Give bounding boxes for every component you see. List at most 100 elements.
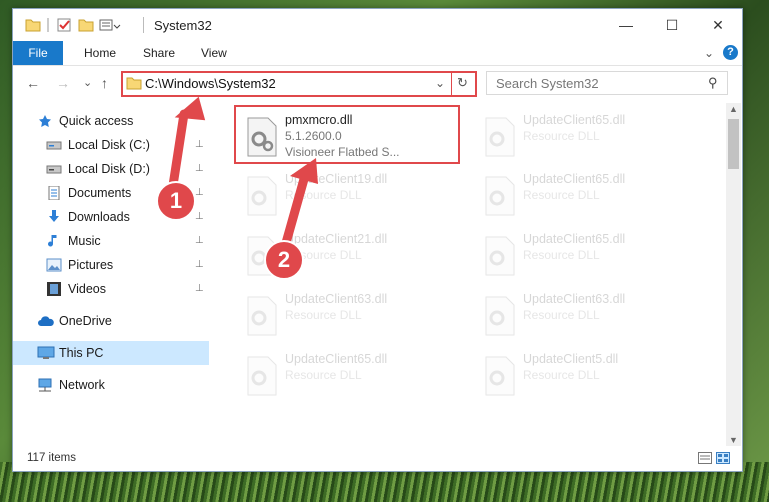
nav-label: This PC [59, 346, 104, 360]
file-name: UpdateClient5.dll [523, 352, 619, 366]
refresh-button[interactable]: ↻ [457, 75, 468, 91]
nav-label: Videos [68, 282, 106, 296]
file-item[interactable]: UpdateClient63.dll Resource DLL [238, 288, 468, 344]
status-bar: 117 items [13, 447, 742, 471]
help-button[interactable]: ? [723, 45, 738, 60]
step-badge-1: 1 [156, 181, 196, 221]
nav-item-this-pc[interactable]: This PC [13, 341, 209, 365]
nav-label: Network [59, 378, 105, 392]
nav-item-network[interactable]: Network [13, 373, 209, 397]
tab-home[interactable]: Home [80, 41, 120, 65]
dll-file-icon [484, 176, 516, 216]
file-description: Resource DLL [523, 368, 600, 382]
music-icon [46, 234, 62, 248]
search-box[interactable]: Search System32 ⚲ [486, 71, 728, 95]
tiles-view-icon[interactable] [716, 452, 730, 467]
title-separator [143, 17, 144, 33]
computer-icon [37, 346, 55, 360]
drive-icon [46, 162, 62, 176]
ribbon-tabs: File Home Share View ⌄ ? [13, 41, 742, 66]
back-button[interactable]: ← [26, 75, 40, 91]
file-description: Resource DLL [523, 129, 600, 143]
file-name: UpdateClient65.dll [523, 172, 626, 186]
file-description: Resource DLL [523, 308, 600, 322]
address-path[interactable]: C:\Windows\System32 [145, 76, 276, 91]
nav-item-pictures[interactable]: Pictures ⊥ [13, 253, 209, 277]
pictures-icon [46, 258, 62, 272]
dll-file-icon [484, 117, 516, 157]
minimize-button[interactable]: — [603, 9, 649, 41]
nav-label: Pictures [68, 258, 114, 272]
customize-toolbar-icon[interactable] [99, 17, 121, 33]
search-input[interactable]: Search System32 [496, 76, 599, 91]
document-icon [46, 185, 62, 201]
nav-item-videos[interactable]: Videos ⊥ [13, 277, 209, 301]
recent-locations-button[interactable]: ⌄ [83, 76, 92, 89]
forward-button[interactable]: → [56, 75, 70, 91]
dll-file-icon [246, 296, 278, 336]
dll-file-icon [246, 356, 278, 396]
nav-item-music[interactable]: Music ⊥ [13, 229, 209, 253]
file-name: UpdateClient63.dll [285, 292, 388, 306]
videos-icon [46, 282, 62, 296]
new-folder-icon[interactable] [78, 17, 94, 33]
file-item[interactable]: UpdateClient5.dll Resource DLL [476, 348, 706, 404]
nav-label: Local Disk (D:) [68, 162, 150, 176]
star-icon [37, 114, 53, 128]
nav-label: Downloads [68, 210, 130, 224]
tab-view[interactable]: View [197, 41, 231, 65]
vertical-scrollbar[interactable]: ▲ ▼ [726, 103, 741, 446]
file-name: UpdateClient65.dll [523, 232, 626, 246]
pin-icon: ⊥ [195, 211, 204, 222]
file-name: UpdateClient65.dll [523, 113, 626, 127]
nav-label: Documents [68, 186, 132, 200]
address-row: ← → ⌄ ↑ C:\Windows\System32 ⌄ ↻ Search S… [13, 66, 742, 100]
toolbar-separator [47, 18, 49, 32]
download-icon [46, 210, 62, 224]
pin-icon: ⊥ [195, 259, 204, 270]
explorer-window: System32 — ☐ ✕ File Home Share View ⌄ ? … [12, 8, 743, 472]
window-title: System32 [154, 18, 212, 33]
address-divider [451, 73, 452, 95]
maximize-button[interactable]: ☐ [649, 9, 695, 41]
nav-item-onedrive[interactable]: OneDrive [13, 309, 209, 333]
file-item[interactable]: UpdateClient65.dll Resource DLL [238, 348, 468, 404]
pin-icon: ⊥ [195, 235, 204, 246]
dll-file-icon [484, 296, 516, 336]
up-button[interactable]: ↑ [101, 75, 108, 91]
tab-share[interactable]: Share [139, 41, 179, 65]
file-item[interactable]: UpdateClient65.dll Resource DLL [476, 109, 706, 165]
folder-icon [126, 76, 142, 93]
properties-icon[interactable] [56, 17, 72, 33]
title-bar: System32 — ☐ ✕ [13, 9, 742, 41]
file-item[interactable]: UpdateClient65.dll Resource DLL [476, 168, 706, 224]
file-description: Resource DLL [285, 308, 362, 322]
ribbon-expand-button[interactable]: ⌄ [700, 41, 718, 65]
file-description: Resource DLL [523, 248, 600, 262]
step-badge-2: 2 [264, 240, 304, 280]
nav-label: OneDrive [59, 314, 112, 328]
file-name: UpdateClient65.dll [285, 352, 388, 366]
scrollbar-thumb[interactable] [728, 119, 739, 169]
dll-file-icon [484, 236, 516, 276]
item-count: 117 items [27, 452, 77, 464]
tab-file[interactable]: File [13, 41, 63, 65]
pin-icon: ⊥ [195, 283, 204, 294]
drive-icon [46, 138, 62, 152]
folder-icon [25, 17, 41, 33]
file-description: Resource DLL [523, 188, 600, 202]
file-name: UpdateClient63.dll [523, 292, 626, 306]
close-button[interactable]: ✕ [695, 9, 741, 41]
address-dropdown-button[interactable]: ⌄ [435, 76, 445, 90]
details-view-icon[interactable] [698, 452, 712, 467]
scroll-down-icon[interactable]: ▼ [729, 435, 738, 445]
file-item[interactable]: UpdateClient65.dll Resource DLL [476, 228, 706, 284]
nav-label: Music [68, 234, 101, 248]
file-description: Resource DLL [285, 368, 362, 382]
scroll-up-icon[interactable]: ▲ [729, 104, 738, 114]
search-icon[interactable]: ⚲ [708, 75, 718, 91]
cloud-icon [37, 314, 54, 328]
nav-label: Quick access [59, 114, 134, 128]
file-item[interactable]: UpdateClient63.dll Resource DLL [476, 288, 706, 344]
nav-label: Local Disk (C:) [68, 138, 150, 152]
